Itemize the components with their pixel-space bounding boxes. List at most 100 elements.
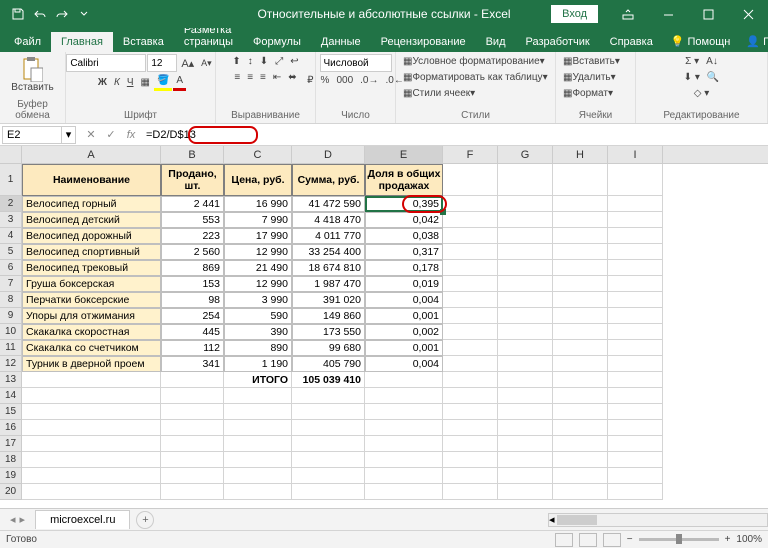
cell[interactable] <box>498 372 553 388</box>
cell-sum[interactable]: 33 254 400 <box>292 244 365 260</box>
cell-share[interactable]: 0,002 <box>365 324 443 340</box>
align-bottom-icon[interactable]: ⬇ <box>257 54 271 69</box>
cell-sum[interactable]: 41 472 590 <box>292 196 365 212</box>
cancel-formula-icon[interactable]: ✕ <box>82 126 100 144</box>
cell-qty[interactable]: 553 <box>161 212 224 228</box>
cell[interactable] <box>22 372 161 388</box>
cell-name[interactable]: Перчатки боксерские <box>22 292 161 308</box>
row-header[interactable]: 13 <box>0 372 22 388</box>
cell[interactable] <box>292 388 365 404</box>
cell[interactable] <box>292 436 365 452</box>
cell-qty[interactable]: 2 441 <box>161 196 224 212</box>
cell[interactable] <box>22 404 161 420</box>
cell[interactable] <box>22 388 161 404</box>
cell-price[interactable]: 890 <box>224 340 292 356</box>
col-header-e[interactable]: E <box>365 146 443 163</box>
cell[interactable] <box>365 436 443 452</box>
tab-insert[interactable]: Вставка <box>113 32 174 52</box>
col-header-f[interactable]: F <box>443 146 498 163</box>
cell[interactable] <box>498 292 553 308</box>
cell[interactable] <box>365 420 443 436</box>
indent-decrease-icon[interactable]: ⇤ <box>270 70 284 85</box>
cell-share[interactable]: 0,178 <box>365 260 443 276</box>
tell-me[interactable]: 💡Помощн <box>663 31 739 52</box>
merge-icon[interactable]: ⬌ <box>285 70 299 85</box>
row-header[interactable]: 3 <box>0 212 22 228</box>
cell[interactable] <box>553 308 608 324</box>
table-header[interactable]: Сумма, руб. <box>292 164 365 196</box>
cell[interactable] <box>608 372 663 388</box>
bold-button[interactable]: Ж <box>95 75 110 90</box>
cell[interactable] <box>224 404 292 420</box>
cell[interactable] <box>553 276 608 292</box>
name-box[interactable]: E2 <box>2 126 62 144</box>
find-icon[interactable]: 🔍 <box>704 70 722 85</box>
scroll-left-icon[interactable]: ◂ <box>549 513 555 526</box>
cell-name[interactable]: Велосипед горный <box>22 196 161 212</box>
redo-icon[interactable] <box>52 4 72 24</box>
cell[interactable] <box>498 244 553 260</box>
cell[interactable] <box>553 404 608 420</box>
tab-view[interactable]: Вид <box>476 32 516 52</box>
cell[interactable] <box>292 452 365 468</box>
cell-price[interactable]: 17 990 <box>224 228 292 244</box>
cell[interactable] <box>161 468 224 484</box>
align-right-icon[interactable]: ≡ <box>257 70 269 85</box>
cell[interactable] <box>608 468 663 484</box>
cell-sum[interactable]: 149 860 <box>292 308 365 324</box>
sheet-tab[interactable]: microexcel.ru <box>35 510 130 529</box>
cell[interactable] <box>498 308 553 324</box>
tab-file[interactable]: Файл <box>4 32 51 52</box>
cell-name[interactable]: Велосипед дорожный <box>22 228 161 244</box>
cell[interactable] <box>161 420 224 436</box>
cell[interactable] <box>365 484 443 500</box>
cell-total-sum[interactable]: 105 039 410 <box>292 372 365 388</box>
cell-name[interactable]: Велосипед детский <box>22 212 161 228</box>
cell-sum[interactable]: 99 680 <box>292 340 365 356</box>
row-header[interactable]: 20 <box>0 484 22 500</box>
cell[interactable] <box>553 244 608 260</box>
col-header-d[interactable]: D <box>292 146 365 163</box>
cell-share[interactable]: 0,042 <box>365 212 443 228</box>
cell-sum[interactable]: 173 550 <box>292 324 365 340</box>
select-all-corner[interactable] <box>0 146 22 163</box>
cell[interactable] <box>553 292 608 308</box>
underline-button[interactable]: Ч <box>124 75 137 90</box>
border-icon[interactable]: ▦ <box>138 75 153 90</box>
cell[interactable] <box>365 372 443 388</box>
row-header[interactable]: 2 <box>0 196 22 212</box>
row-header[interactable]: 6 <box>0 260 22 276</box>
cell[interactable] <box>161 372 224 388</box>
cell[interactable] <box>443 292 498 308</box>
cell[interactable] <box>608 436 663 452</box>
sheet-nav-next-icon[interactable]: ▸ <box>20 513 26 526</box>
maximize-icon[interactable] <box>688 0 728 28</box>
table-header[interactable]: Продано, шт. <box>161 164 224 196</box>
cell-share[interactable]: 0,004 <box>365 292 443 308</box>
cell[interactable] <box>553 420 608 436</box>
cell[interactable] <box>292 468 365 484</box>
zoom-in-icon[interactable]: + <box>725 534 731 545</box>
zoom-slider[interactable] <box>639 538 719 541</box>
cell-sum[interactable]: 4 011 770 <box>292 228 365 244</box>
insert-cells-button[interactable]: ▦ Вставить ▾ <box>560 54 623 69</box>
cell[interactable] <box>443 468 498 484</box>
cell[interactable] <box>443 212 498 228</box>
cell[interactable] <box>161 436 224 452</box>
cell[interactable] <box>498 340 553 356</box>
cell[interactable] <box>498 164 553 196</box>
decrease-font-icon[interactable]: A▾ <box>198 56 215 71</box>
name-box-dropdown[interactable]: ▾ <box>62 126 76 144</box>
cell[interactable] <box>608 404 663 420</box>
cell-name[interactable]: Скакалка со счетчиком <box>22 340 161 356</box>
cell[interactable] <box>608 164 663 196</box>
col-header-c[interactable]: C <box>224 146 292 163</box>
cell-price[interactable]: 16 990 <box>224 196 292 212</box>
cell-qty[interactable]: 445 <box>161 324 224 340</box>
col-header-i[interactable]: I <box>608 146 663 163</box>
cell[interactable] <box>553 260 608 276</box>
cell-price[interactable]: 21 490 <box>224 260 292 276</box>
qat-dropdown-icon[interactable] <box>74 4 94 24</box>
zoom-level[interactable]: 100% <box>736 534 762 545</box>
cell-price[interactable]: 12 990 <box>224 244 292 260</box>
